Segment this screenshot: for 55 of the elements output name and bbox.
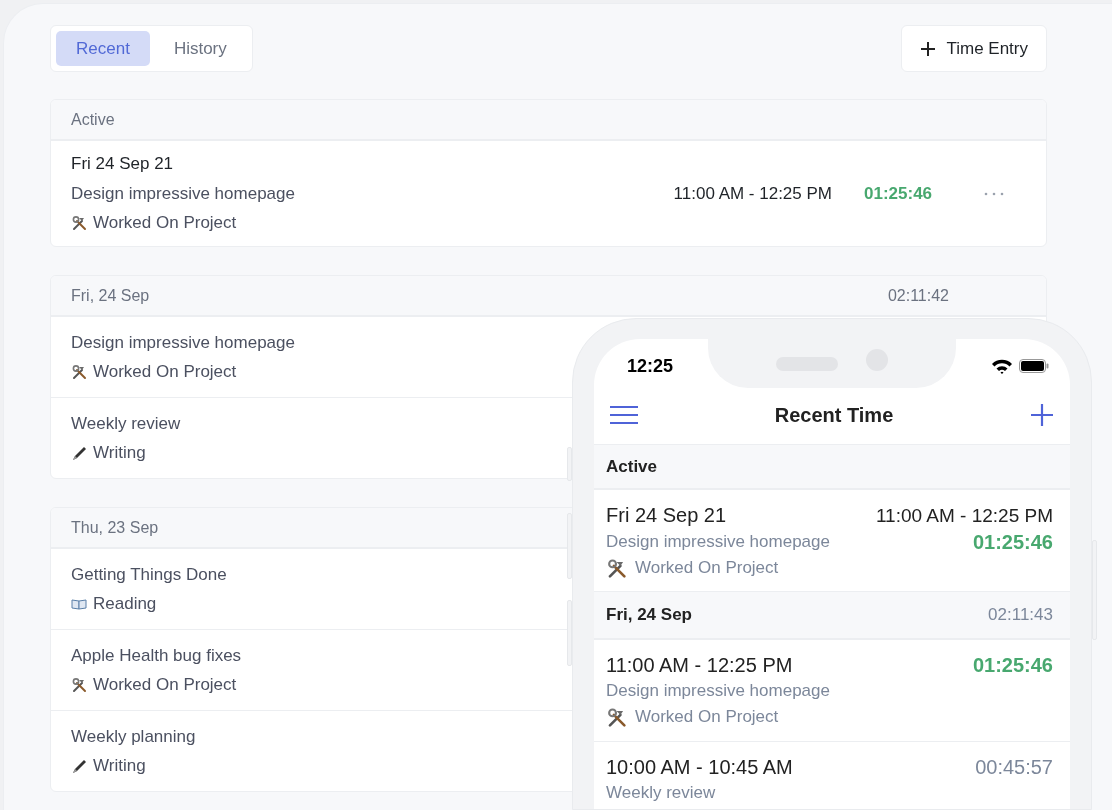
- category-label: Worked On Project: [635, 706, 779, 728]
- tools-icon: [71, 215, 87, 231]
- entry-row[interactable]: 10:00 AM - 10:45 AM 00:45:57 Weekly review: [594, 741, 1070, 809]
- entry-row[interactable]: 11:00 AM - 12:25 PM 01:25:46 Design impressive homepage Worked On Project: [594, 639, 1070, 741]
- section-title: Active: [71, 109, 115, 130]
- entry-heading: Fri 24 Sep 21: [606, 503, 727, 528]
- category-label: Writing: [93, 442, 146, 464]
- category-label: Writing: [93, 755, 146, 777]
- more-icon[interactable]: [984, 191, 1004, 196]
- category-label: Reading: [93, 593, 157, 615]
- menu-icon[interactable]: [610, 404, 638, 425]
- status-time: 12:25: [627, 354, 674, 378]
- section-title: Fri, 24 Sep: [606, 604, 692, 627]
- duration: 01:25:46: [972, 653, 1053, 678]
- entry-title: Design impressive homepage: [606, 680, 830, 702]
- section-total: 02:11:42: [887, 285, 949, 306]
- entry-title: Getting Things Done: [71, 563, 227, 586]
- tools-icon: [71, 676, 87, 693]
- duration: 01:25:46: [972, 530, 1053, 555]
- section-title: Thu, 23 Sep: [71, 517, 159, 538]
- entry-title: Design impressive homepage: [71, 331, 295, 354]
- entry-date: Fri 24 Sep 21: [71, 153, 174, 176]
- entry-title: Weekly review: [71, 412, 181, 435]
- section-title: Fri, 24 Sep: [71, 285, 150, 306]
- entry-title: Apple Health bug fixes: [71, 644, 242, 667]
- section-title: Active: [606, 455, 658, 478]
- wifi-icon: [991, 358, 1013, 374]
- duration: 01:25:46: [864, 182, 934, 205]
- plus-icon: [920, 40, 937, 57]
- entry-title: Design impressive homepage: [606, 531, 830, 553]
- entry-title: Design impressive homepage: [71, 182, 295, 205]
- pen-icon: [71, 757, 87, 774]
- category-label: Worked On Project: [93, 212, 237, 235]
- screen-title: Recent Time: [774, 402, 894, 428]
- pen-icon: [71, 444, 87, 461]
- category-label: Worked On Project: [93, 361, 237, 383]
- tab[interactable]: Recent: [56, 31, 150, 66]
- entry-heading: 11:00 AM - 12:25 PM: [606, 653, 793, 678]
- time-range: 11:00 AM - 12:25 PM: [875, 504, 1053, 528]
- battery-icon: [1019, 359, 1049, 373]
- tools-icon: [606, 557, 627, 579]
- tab[interactable]: History: [153, 31, 247, 66]
- entry-title: Weekly review: [606, 782, 716, 804]
- time-range: 11:00 AM - 12:25 PM: [673, 182, 832, 205]
- section-total: 02:11:43: [988, 604, 1053, 627]
- duration: 00:45:57: [975, 755, 1053, 780]
- category-label: Worked On Project: [93, 674, 237, 696]
- entry-heading: 10:00 AM - 10:45 AM: [606, 755, 793, 780]
- tools-icon: [606, 706, 627, 728]
- entry-title: Weekly planning: [71, 725, 196, 748]
- new-time-entry-button[interactable]: Time Entry: [901, 25, 1047, 72]
- category-label: Worked On Project: [635, 557, 779, 579]
- tools-icon: [71, 363, 87, 380]
- entry-row[interactable]: Fri 24 Sep 21 Design impressive homepage Worked On Project 11:00 AM - 12:25 PM 01:25:46: [51, 140, 1046, 246]
- plus-icon[interactable]: [1030, 402, 1054, 427]
